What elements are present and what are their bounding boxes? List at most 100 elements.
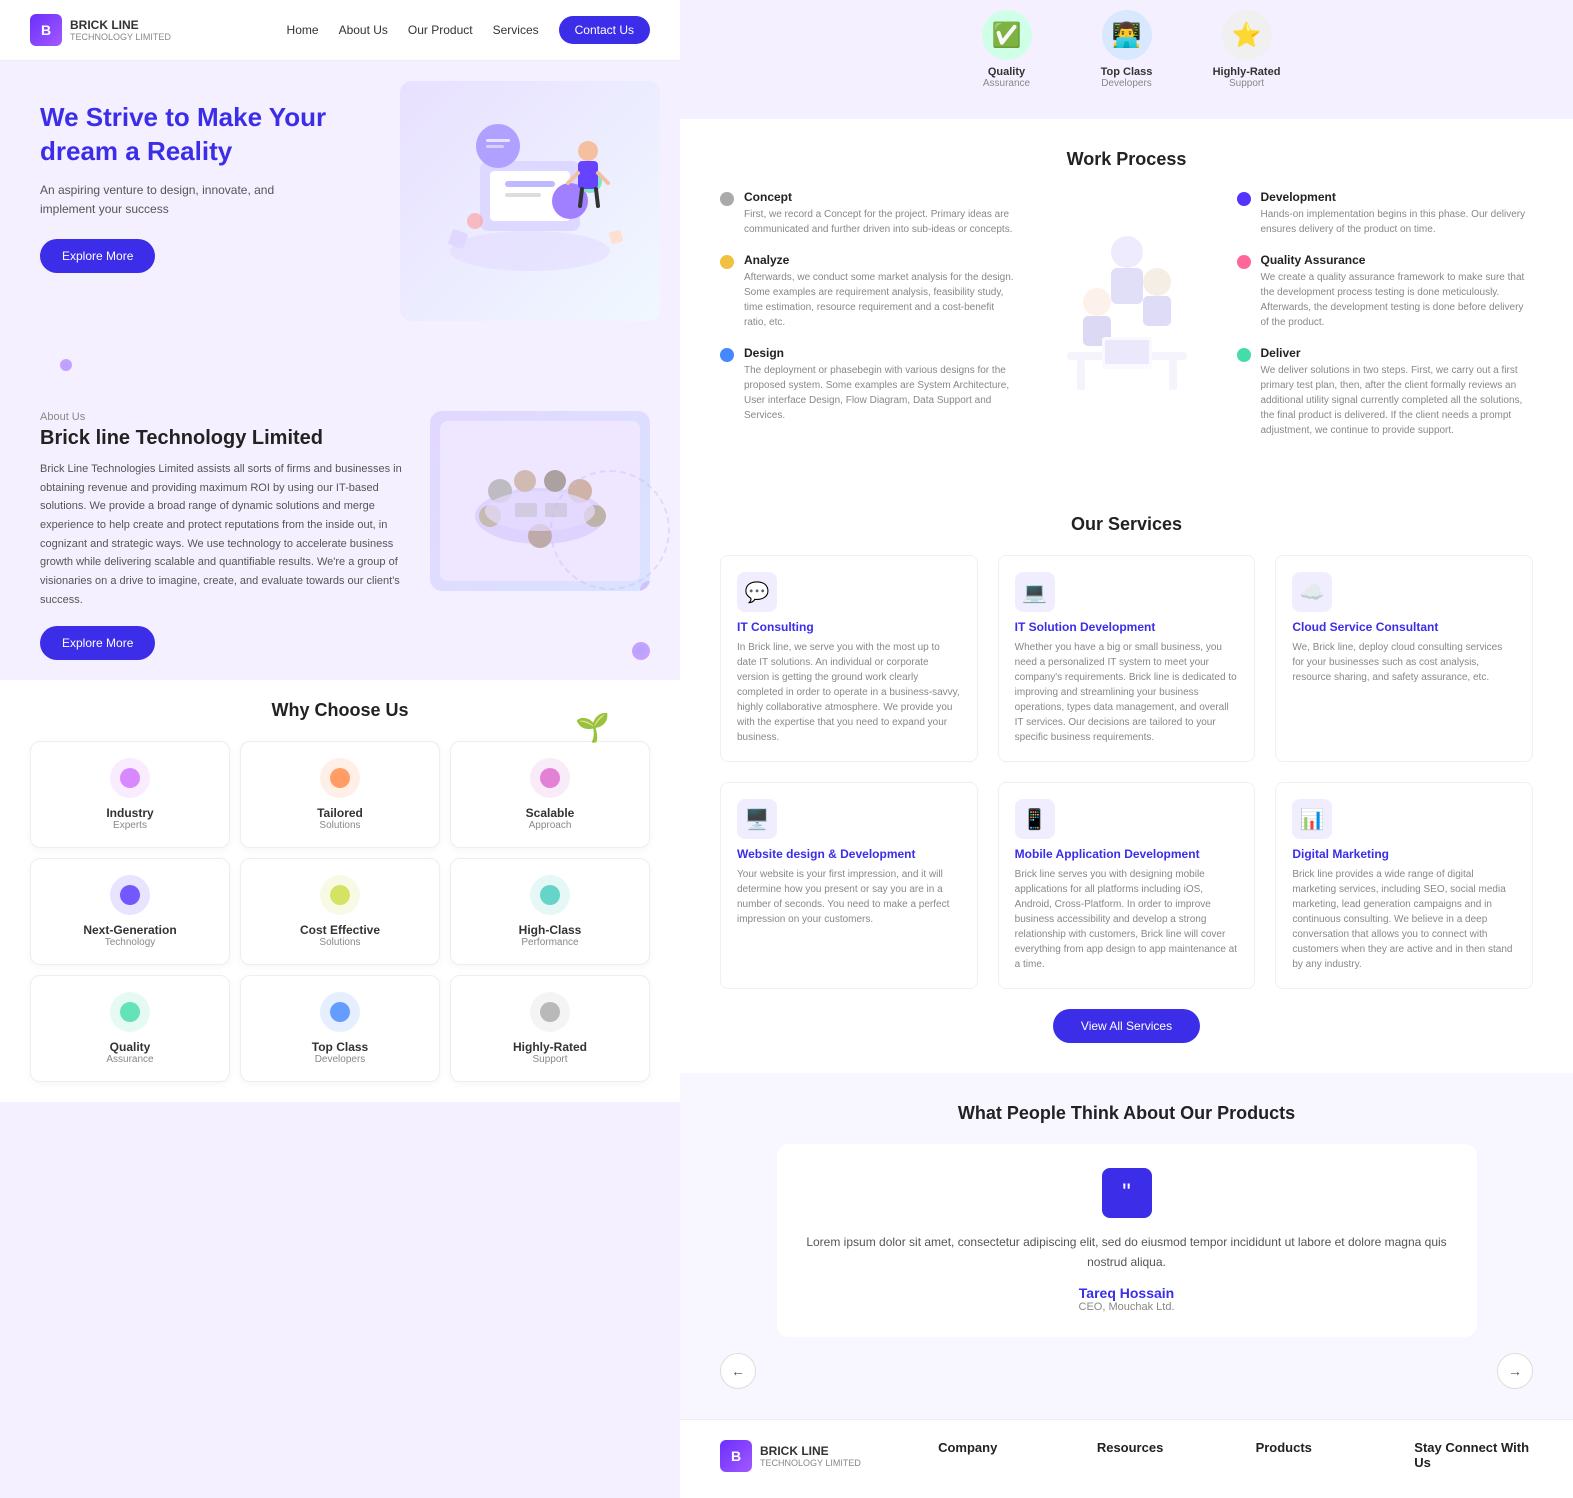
service-desc-4: Brick line serves you with designing mob… bbox=[1015, 867, 1239, 972]
service-card-0: 💬 IT Consulting In Brick line, we serve … bbox=[720, 555, 978, 762]
step-qa: Quality Assurance We create a quality as… bbox=[1237, 253, 1534, 330]
why-icon-6 bbox=[110, 992, 150, 1032]
services-grid: 💬 IT Consulting In Brick line, we serve … bbox=[720, 555, 1533, 989]
page-wrapper: B BRICK LINE TECHNOLOGY LIMITED Home Abo… bbox=[0, 0, 1573, 1498]
service-title-4: Mobile Application Development bbox=[1015, 847, 1239, 861]
nav-product[interactable]: Our Product bbox=[408, 23, 473, 37]
why-card-5: High-Class Performance bbox=[450, 858, 650, 965]
about-label: About Us bbox=[40, 411, 410, 423]
testimonial-text: Lorem ipsum dolor sit amet, consectetur … bbox=[801, 1232, 1453, 1273]
testimonial-author: Tareq Hossain bbox=[801, 1285, 1453, 1301]
service-title-3: Website design & Development bbox=[737, 847, 961, 861]
top-card-quality: ✅ Quality Assurance bbox=[947, 0, 1067, 99]
contact-button[interactable]: Contact Us bbox=[559, 16, 650, 44]
hero-explore-button[interactable]: Explore More bbox=[40, 239, 155, 273]
testimonial-prev-button[interactable]: ← bbox=[720, 1353, 756, 1389]
service-card-2: ☁️ Cloud Service Consultant We, Brick li… bbox=[1275, 555, 1533, 762]
footer-col-products: Products bbox=[1256, 1440, 1375, 1478]
step-deliver-name: Deliver bbox=[1261, 346, 1534, 360]
step-analyze: Analyze Afterwards, we conduct some mark… bbox=[720, 253, 1017, 330]
about-body: Brick Line Technologies Limited assists … bbox=[40, 460, 410, 610]
why-card-title-3: Next-Generation bbox=[43, 923, 217, 937]
about-section: About Us Brick line Technology Limited B… bbox=[0, 381, 680, 680]
why-card-2: Scalable Approach bbox=[450, 741, 650, 848]
why-card-sub-6: Assurance bbox=[43, 1054, 217, 1065]
right-panel: ✅ Quality Assurance 👨‍💻 Top Class Develo… bbox=[680, 0, 1573, 1498]
nav-about[interactable]: About Us bbox=[339, 23, 388, 37]
why-card-1: Tailored Solutions bbox=[240, 741, 440, 848]
step-dot-dev bbox=[1237, 192, 1251, 206]
deco-circle bbox=[550, 470, 670, 590]
why-icon-7 bbox=[320, 992, 360, 1032]
service-title-0: IT Consulting bbox=[737, 620, 961, 634]
why-icon-8 bbox=[530, 992, 570, 1032]
service-card-3: 🖥️ Website design & Development Your web… bbox=[720, 782, 978, 989]
step-dot-analyze bbox=[720, 255, 734, 269]
nav-home[interactable]: Home bbox=[287, 23, 319, 37]
quote-mark-icon: " bbox=[1102, 1168, 1152, 1218]
step-concept-desc: First, we record a Concept for the proje… bbox=[744, 207, 1017, 237]
top-cards: ✅ Quality Assurance 👨‍💻 Top Class Develo… bbox=[680, 0, 1573, 119]
footer-section: B BRICK LINE TECHNOLOGY LIMITED Company … bbox=[680, 1419, 1573, 1498]
hero-section: We Strive to Make Your dream a Reality A… bbox=[0, 61, 680, 381]
step-design: Design The deployment or phasebegin with… bbox=[720, 346, 1017, 423]
footer-col-connect: Stay Connect With Us bbox=[1414, 1440, 1533, 1478]
why-title: Why Choose Us bbox=[30, 700, 650, 721]
work-process-inner: Concept First, we record a Concept for t… bbox=[720, 190, 1533, 454]
why-card-7: Top Class Developers bbox=[240, 975, 440, 1082]
service-card-5: 📊 Digital Marketing Brick line provides … bbox=[1275, 782, 1533, 989]
step-development: Development Hands-on implementation begi… bbox=[1237, 190, 1534, 237]
why-card-title-1: Tailored bbox=[253, 806, 427, 820]
service-card-1: 💻 IT Solution Development Whether you ha… bbox=[998, 555, 1256, 762]
service-desc-0: In Brick line, we serve you with the mos… bbox=[737, 640, 961, 745]
nav-services[interactable]: Services bbox=[493, 23, 539, 37]
services-section: Our Services 💬 IT Consulting In Brick li… bbox=[680, 484, 1573, 1073]
service-icon-1: 💻 bbox=[1015, 572, 1055, 612]
footer-products-title: Products bbox=[1256, 1440, 1375, 1455]
tc-quality-label2: Assurance bbox=[957, 78, 1057, 89]
tc-dev-label1: Top Class bbox=[1077, 66, 1177, 78]
why-card-sub-2: Approach bbox=[463, 820, 637, 831]
decorative-dot-1 bbox=[60, 359, 72, 371]
step-deliver: Deliver We deliver solutions in two step… bbox=[1237, 346, 1534, 438]
footer-logo: B BRICK LINE TECHNOLOGY LIMITED bbox=[720, 1440, 898, 1472]
why-card-title-8: Highly-Rated bbox=[463, 1040, 637, 1054]
service-icon-4: 📱 bbox=[1015, 799, 1055, 839]
hero-illustration bbox=[400, 81, 660, 321]
logo-icon: B bbox=[30, 14, 62, 46]
navbar: B BRICK LINE TECHNOLOGY LIMITED Home Abo… bbox=[0, 0, 680, 61]
tc-dev-label2: Developers bbox=[1077, 78, 1177, 89]
why-card-8: Highly-Rated Support bbox=[450, 975, 650, 1082]
step-analyze-name: Analyze bbox=[744, 253, 1017, 267]
step-concept-name: Concept bbox=[744, 190, 1017, 204]
service-desc-5: Brick line provides a wide range of digi… bbox=[1292, 867, 1516, 972]
why-card-3: Next-Generation Technology bbox=[30, 858, 230, 965]
hero-svg bbox=[420, 101, 640, 301]
service-icon-5: 📊 bbox=[1292, 799, 1332, 839]
footer-resources-title: Resources bbox=[1097, 1440, 1216, 1455]
step-design-desc: The deployment or phasebegin with variou… bbox=[744, 363, 1017, 423]
footer-brand-name: BRICK LINE bbox=[760, 1444, 861, 1458]
testimonial-next-button[interactable]: → bbox=[1497, 1353, 1533, 1389]
why-card-4: Cost Effective Solutions bbox=[240, 858, 440, 965]
why-card-sub-7: Developers bbox=[253, 1054, 427, 1065]
work-process-section: Work Process Concept First, we record a … bbox=[680, 119, 1573, 484]
step-dot-deliver bbox=[1237, 348, 1251, 362]
view-all-services-button[interactable]: View All Services bbox=[1053, 1009, 1200, 1043]
testimonial-title: What People Think About Our Products bbox=[720, 1103, 1533, 1124]
tc-support-label1: Highly-Rated bbox=[1197, 66, 1297, 78]
why-card-sub-5: Performance bbox=[463, 937, 637, 948]
step-qa-name: Quality Assurance bbox=[1261, 253, 1534, 267]
footer-col-resources: Resources bbox=[1097, 1440, 1216, 1478]
footer-col-company: Company bbox=[938, 1440, 1057, 1478]
plant-icon: 🌱 bbox=[575, 711, 610, 744]
step-dev-name: Development bbox=[1261, 190, 1534, 204]
about-dot bbox=[640, 581, 650, 591]
why-icon-2 bbox=[530, 758, 570, 798]
why-icon-3 bbox=[110, 875, 150, 915]
about-explore-button[interactable]: Explore More bbox=[40, 626, 155, 660]
why-card-title-0: Industry bbox=[43, 806, 217, 820]
why-icon-1 bbox=[320, 758, 360, 798]
why-card-sub-1: Solutions bbox=[253, 820, 427, 831]
footer-logo-icon: B bbox=[720, 1440, 752, 1472]
